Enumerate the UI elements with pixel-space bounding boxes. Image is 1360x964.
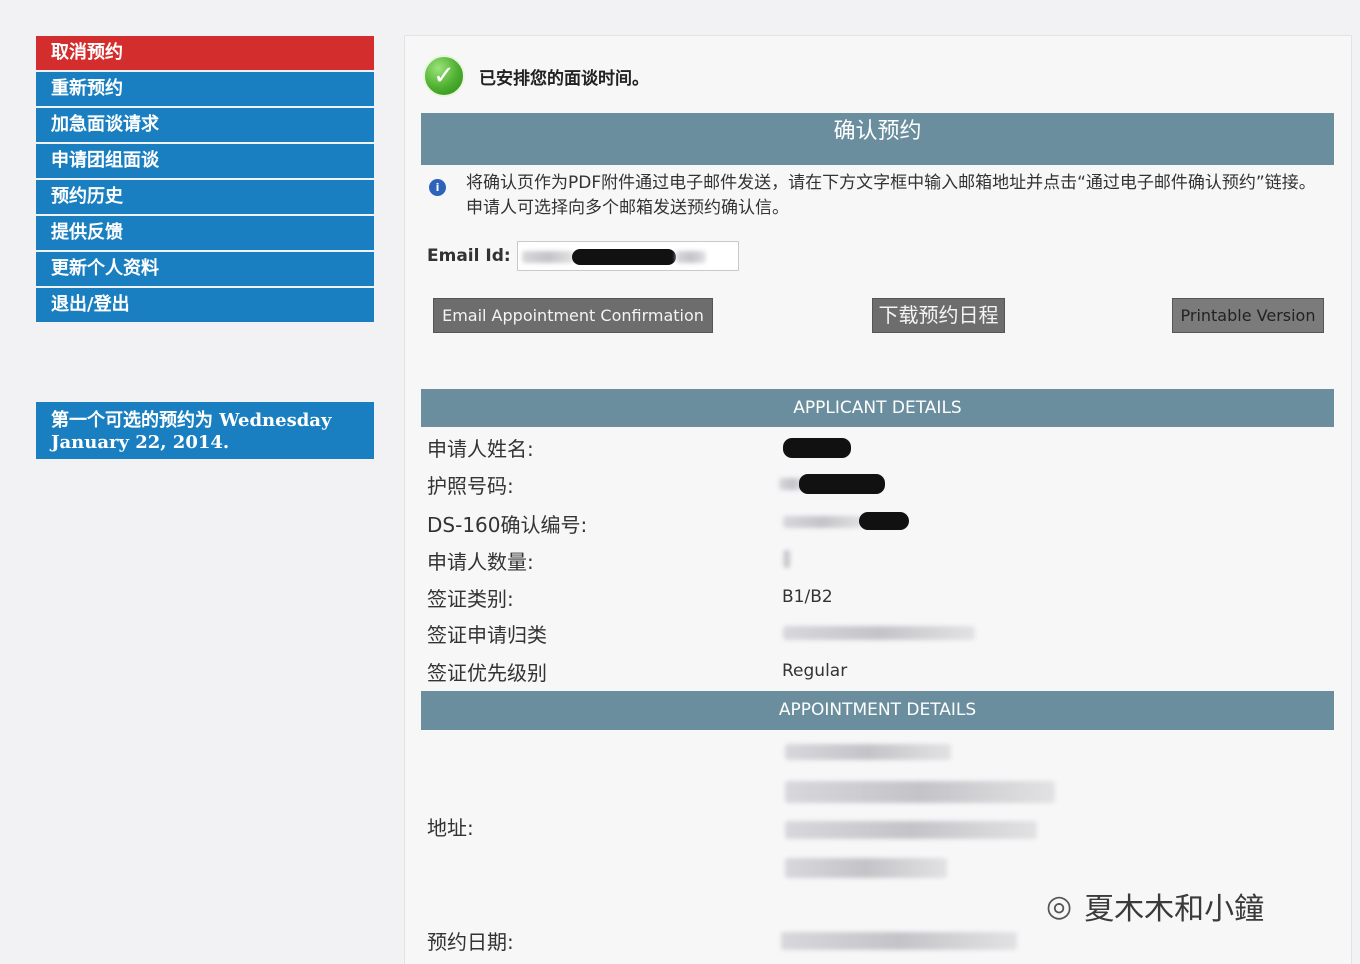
sidebar-menu: 取消预约 重新预约 加急面谈请求 申请团组面谈 预约历史 提供反馈 更新个人资料… (36, 36, 374, 324)
wechat-icon: ◎ (1046, 888, 1073, 924)
redacted-applicant-name (783, 438, 851, 458)
sidebar-item-appointment-history[interactable]: 预约历史 (36, 180, 374, 214)
redacted-address-line (785, 821, 1037, 839)
passport-number-label: 护照号码: (427, 474, 514, 498)
info-notice: i 将确认页作为PDF附件通过电子邮件发送，请在下方文字框中输入邮箱地址并点击“… (429, 171, 1329, 221)
sidebar-item-cancel-appointment[interactable]: 取消预约 (36, 36, 374, 70)
ds160-number-label: DS-160确认编号: (427, 513, 588, 537)
printable-version-button[interactable]: Printable Version (1172, 298, 1324, 333)
visa-priority-value: Regular (782, 661, 848, 681)
watermark-text: 夏木木和小鐘 (1084, 892, 1265, 927)
watermark: ◎ 夏木木和小鐘 (1046, 884, 1264, 928)
visa-type-value: B1/B2 (782, 587, 833, 607)
checkmark-icon: ✓ (423, 55, 465, 97)
email-confirmation-button[interactable]: Email Appointment Confirmation (433, 298, 713, 333)
applicant-name-label: 申请人姓名: (427, 437, 534, 461)
redacted-applicant-count (783, 550, 791, 568)
sidebar-item-update-profile[interactable]: 更新个人资料 (36, 252, 374, 286)
sidebar-item-group-appointment[interactable]: 申请团组面谈 (36, 144, 374, 178)
visa-priority-label: 签证优先级别 (427, 661, 547, 685)
sidebar-item-feedback[interactable]: 提供反馈 (36, 216, 374, 250)
redacted-text (521, 251, 574, 263)
address-label: 地址: (427, 816, 474, 840)
redacted-address-line (785, 781, 1055, 803)
appointment-details-header: APPOINTMENT DETAILS (421, 691, 1334, 730)
redacted-ds160 (783, 516, 863, 528)
redacted-address-line (785, 744, 951, 760)
appointment-date-label: 预约日期: (427, 930, 514, 954)
email-row: Email Id: (427, 241, 739, 271)
sidebar-item-expedite-request[interactable]: 加急面谈请求 (36, 108, 374, 142)
redacted-passport (799, 474, 885, 494)
visa-category-label: 签证申请归类 (427, 623, 547, 647)
visa-type-label: 签证类别: (427, 587, 514, 611)
email-input[interactable] (516, 241, 739, 271)
applicant-count-label: 申请人数量: (427, 550, 534, 574)
success-text: 已安排您的面谈时间。 (479, 68, 649, 89)
sidebar-item-reschedule[interactable]: 重新预约 (36, 72, 374, 106)
redacted-visa-category (783, 626, 975, 640)
redacted-text (571, 249, 676, 265)
sidebar-item-logout[interactable]: 退出/登出 (36, 288, 374, 322)
success-message: ✓ 已安排您的面谈时间。 (423, 54, 649, 98)
info-text: 将确认页作为PDF附件通过电子邮件发送，请在下方文字框中输入邮箱地址并点击“通过… (466, 173, 1316, 218)
redacted-ds160 (859, 512, 909, 530)
redacted-text (675, 251, 706, 263)
email-label: Email Id: (427, 246, 511, 266)
redacted-appointment-date (781, 932, 1017, 950)
download-schedule-button[interactable]: 下载预约日程 (872, 298, 1005, 333)
first-available-appointment-note: 第一个可选的预约为 Wednesday January 22, 2014. (36, 402, 374, 459)
main-panel: ✓ 已安排您的面谈时间。 确认预约 i 将确认页作为PDF附件通过电子邮件发送，… (404, 35, 1352, 964)
redacted-address-line (785, 858, 947, 878)
applicant-details-header: APPLICANT DETAILS (421, 389, 1334, 427)
info-icon: i (429, 179, 446, 196)
confirm-appointment-header: 确认预约 (421, 113, 1334, 165)
